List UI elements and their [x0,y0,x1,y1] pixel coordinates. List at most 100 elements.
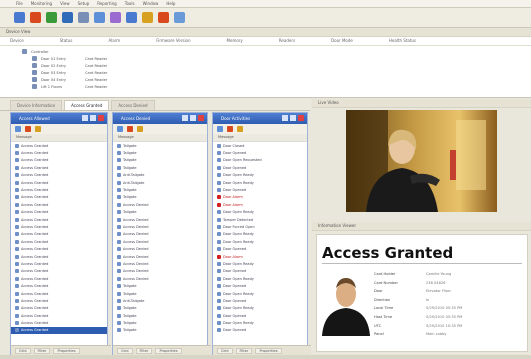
menu-item[interactable]: Tools [125,1,135,6]
device-tree-row[interactable]: Door 01 Entry Card Reader [22,55,531,62]
column-tool-icon[interactable] [237,126,243,132]
column-tool-icon[interactable] [127,126,133,132]
device-tree-row[interactable]: Door 03 Entry Card Reader [22,69,531,76]
toolbar-button-icon[interactable] [30,12,41,23]
device-tree-row[interactable]: Lift 1 Floors Card Reader [22,83,531,90]
event-row[interactable]: Access Denied [113,253,207,260]
event-row[interactable]: Tailgate [113,164,207,171]
event-row[interactable]: Access Granted [11,149,107,156]
event-row[interactable]: Access Denied [113,231,207,238]
toolbar-button-icon[interactable] [158,12,169,23]
maximize-icon[interactable] [190,115,196,121]
event-row[interactable]: Door Alarm [213,194,307,201]
event-row[interactable]: Access Denied [113,245,207,252]
event-row[interactable]: Access Granted [11,275,107,282]
column-footer-tab[interactable]: Grid [15,347,31,354]
event-row[interactable]: Access Denied [113,216,207,223]
event-tab[interactable]: Access Granted [64,100,110,110]
toolbar-button-icon[interactable] [46,12,57,23]
event-row[interactable]: Tailgate [113,290,207,297]
event-row[interactable]: Access Granted [11,238,107,245]
device-column-header[interactable]: Memory [227,37,243,45]
column-header-message[interactable]: Message [113,134,207,142]
column-tool-icon[interactable] [117,126,123,132]
event-row[interactable]: Door Opened [213,297,307,304]
event-row[interactable]: Door Open Ready [213,238,307,245]
event-row[interactable]: Door Opened [213,327,307,334]
event-row[interactable]: Access Granted [11,157,107,164]
event-row[interactable]: Anti-Tailgate [113,297,207,304]
event-row[interactable]: Access Granted [11,216,107,223]
event-row[interactable]: Access Granted [11,253,107,260]
menu-item[interactable]: View [60,1,70,6]
event-row[interactable]: Tailgate [113,305,207,312]
device-tree-row[interactable]: Door 02 Entry Card Reader [22,62,531,69]
event-row[interactable]: Access Granted [11,282,107,289]
toolbar-button-icon[interactable] [14,12,25,23]
device-column-header[interactable]: Status [60,37,73,45]
event-row[interactable]: Tailgate [113,194,207,201]
event-row[interactable]: Access Denied [113,268,207,275]
column-tool-icon[interactable] [227,126,233,132]
column-tool-icon[interactable] [15,126,21,132]
column-footer-tab[interactable]: Filter [235,347,253,354]
event-row[interactable]: Access Granted [11,164,107,171]
toolbar-button-icon[interactable] [62,12,73,23]
menu-item[interactable]: Reporting [97,1,116,6]
event-row[interactable]: Tailgate [113,157,207,164]
event-row[interactable]: Door Open Ready [213,319,307,326]
event-row[interactable]: Door Opened [213,282,307,289]
event-row[interactable]: Access Granted [11,326,107,335]
minimize-icon[interactable] [182,115,188,121]
device-column-header[interactable]: Device [10,37,24,45]
event-row[interactable]: Tailgate [113,149,207,156]
toolbar-button-icon[interactable] [142,12,153,23]
event-row[interactable]: Door Opened [213,164,307,171]
event-row[interactable]: Tailgate [113,282,207,289]
event-row[interactable]: Anti-Tailgate [113,172,207,179]
event-row[interactable]: Door Open Ready [213,260,307,267]
column-tool-icon[interactable] [217,126,223,132]
event-row[interactable]: Door Opened [213,268,307,275]
column-header-message[interactable]: Message [213,134,307,142]
event-row[interactable]: Door Forced Open [213,223,307,230]
event-row[interactable]: Door Open Ready [213,290,307,297]
event-row[interactable]: Access Granted [11,268,107,275]
event-row[interactable]: Access Denied [113,223,207,230]
event-row[interactable]: Access Denied [113,238,207,245]
event-row[interactable]: Access Granted [11,142,107,149]
event-row[interactable]: Access Granted [11,312,107,319]
event-row[interactable]: Door Open Ready [213,275,307,282]
close-icon[interactable] [98,115,104,121]
event-row[interactable]: Tailgate [113,312,207,319]
event-row[interactable]: Access Denied [113,275,207,282]
event-row[interactable]: Access Granted [11,209,107,216]
live-video-feed[interactable] [346,110,497,212]
event-row[interactable]: Tamper Detected [213,216,307,223]
event-row[interactable]: Access Granted [11,223,107,230]
column-footer-tab[interactable]: Properties [255,347,282,354]
column-header-message[interactable]: Message [11,134,107,142]
toolbar-button-icon[interactable] [174,12,185,23]
event-row[interactable]: Door Open Ready [213,305,307,312]
event-row[interactable]: Access Granted [11,194,107,201]
event-row[interactable]: Door Open Ready [213,172,307,179]
event-row[interactable]: Door Opened [213,312,307,319]
event-row[interactable]: Access Granted [11,290,107,297]
event-tab[interactable]: Device Information [10,100,63,110]
toolbar-button-icon[interactable] [126,12,137,23]
event-tab[interactable]: Access Denied [111,100,155,110]
event-row[interactable]: Tailgate [113,142,207,149]
event-row[interactable]: Access Granted [11,231,107,238]
event-row[interactable]: Access Granted [11,319,107,326]
device-column-header[interactable]: Readers [279,37,295,45]
device-column-header[interactable]: Firmware Version [156,37,190,45]
event-row[interactable]: Tailgate [113,209,207,216]
column-footer-tab[interactable]: Filter [33,347,51,354]
column-tool-icon[interactable] [137,126,143,132]
event-row[interactable]: Access Denied [113,201,207,208]
event-row[interactable]: Door Open Ready [213,179,307,186]
event-row[interactable]: Door Opened [213,186,307,193]
column-footer-tab[interactable]: Filter [135,347,153,354]
event-row[interactable]: Door Open Requested [213,157,307,164]
